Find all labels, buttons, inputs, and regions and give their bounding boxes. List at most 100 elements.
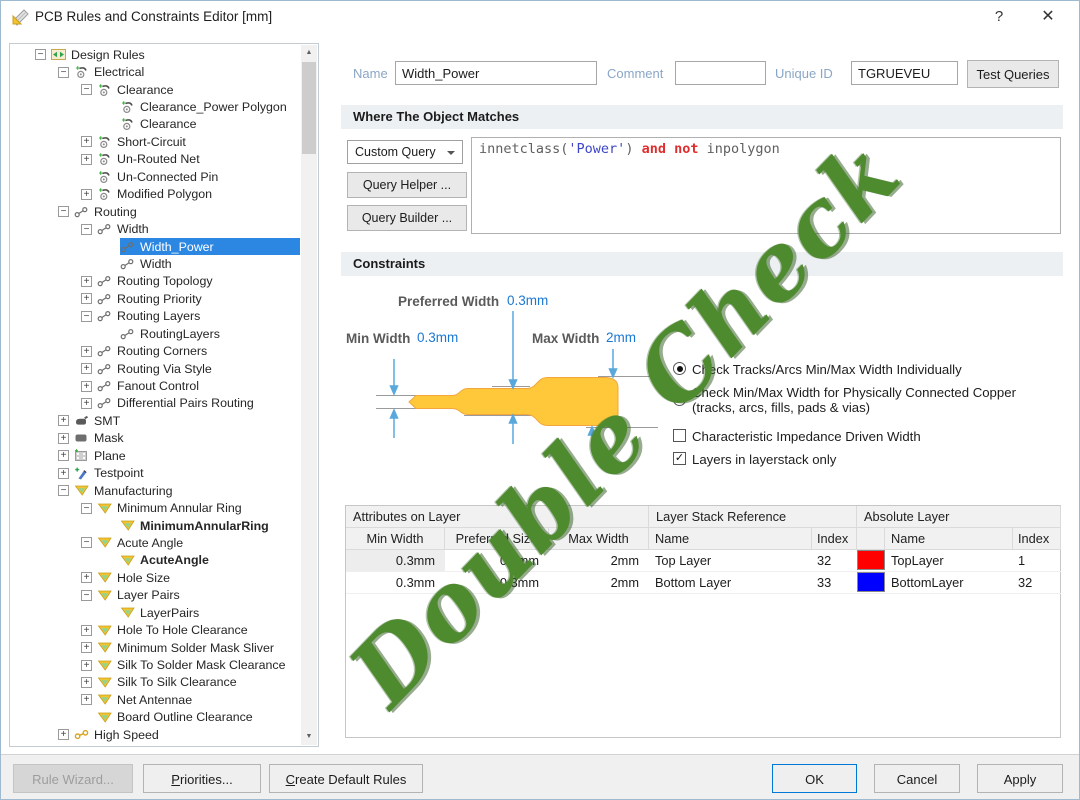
cell-layer-color[interactable]	[857, 572, 885, 594]
tree-item-routing-corners[interactable]: +Routing Corners	[11, 342, 300, 359]
scroll-up-icon[interactable]: ▲	[301, 45, 317, 61]
tree-item-body[interactable]: Width_Power	[120, 238, 300, 255]
tree-item-high-speed[interactable]: + High Speed	[11, 726, 300, 743]
column-header-index[interactable]: Index	[1013, 528, 1061, 550]
tree-item-fanout-control[interactable]: +Fanout Control	[11, 377, 300, 394]
tree-item-body[interactable]: Net Antennae	[97, 691, 300, 708]
tree-item-body[interactable]: Un-Connected Pin	[97, 168, 300, 185]
tree-item-routing-priority[interactable]: +Routing Priority	[11, 290, 300, 307]
tree-item-differential-pairs-routing[interactable]: +Differential Pairs Routing	[11, 395, 300, 412]
tree-item-minimum-solder-mask-sliver[interactable]: +Minimum Solder Mask Sliver	[11, 639, 300, 656]
column-header-preferred-size[interactable]: Preferred Size	[445, 528, 549, 550]
plus-expander-icon[interactable]: +	[81, 694, 92, 705]
tree-item-acuteangle[interactable]: AcuteAngle	[11, 552, 300, 569]
cell-preferred-size[interactable]: 0.3mm	[445, 550, 549, 572]
tree-item-short-circuit[interactable]: + Short-Circuit	[11, 133, 300, 150]
ok-button[interactable]: OK	[772, 764, 857, 793]
tree-item-minimumannularring[interactable]: MinimumAnnularRing	[11, 517, 300, 534]
tree-item-body[interactable]: Plane	[74, 447, 300, 464]
apply-button[interactable]: Apply	[977, 764, 1063, 793]
tree-item-body[interactable]: Design Rules	[51, 46, 300, 63]
plus-expander-icon[interactable]: +	[81, 398, 92, 409]
tree-item-body[interactable]: Manufacturing	[74, 482, 300, 499]
tree-item-silk-to-solder-mask-clearance[interactable]: +Silk To Solder Mask Clearance	[11, 656, 300, 673]
tree-item-acute-angle[interactable]: −Acute Angle	[11, 534, 300, 551]
tree-item-body[interactable]: Silk To Solder Mask Clearance	[97, 656, 300, 673]
tree-item-body[interactable]: RoutingLayers	[120, 325, 300, 342]
plus-expander-icon[interactable]: +	[81, 625, 92, 636]
tree-item-un-connected-pin[interactable]: Un-Connected Pin	[11, 168, 300, 185]
tree-item-width[interactable]: Width	[11, 255, 300, 272]
checkbox-layers-in-layerstack[interactable]: ✓	[673, 452, 686, 465]
tree-item-body[interactable]: Clearance	[120, 116, 300, 133]
cell-preferred-size[interactable]: 0.3mm	[445, 572, 549, 594]
tree-item-body[interactable]: Width	[97, 220, 300, 237]
plus-expander-icon[interactable]: +	[58, 450, 69, 461]
comment-input[interactable]	[675, 61, 766, 85]
cell-ref-name[interactable]: Bottom Layer	[649, 572, 812, 594]
cell-max-width[interactable]: 2mm	[549, 572, 649, 594]
tree-item-body[interactable]: Acute Angle	[97, 534, 300, 551]
tree-item-routing-layers[interactable]: −Routing Layers	[11, 308, 300, 325]
close-icon[interactable]: ✕	[1027, 1, 1069, 33]
tree-item-clearance[interactable]: Clearance	[11, 116, 300, 133]
plus-expander-icon[interactable]: +	[81, 136, 92, 147]
tree-item-design-rules[interactable]: −Design Rules	[11, 46, 300, 63]
minus-expander-icon[interactable]: −	[58, 206, 69, 217]
tree-item-routing[interactable]: −Routing	[11, 203, 300, 220]
tree-item-body[interactable]: Fanout Control	[97, 377, 300, 394]
min-width-value[interactable]: 0.3mm	[417, 330, 458, 345]
tree-item-body[interactable]: Short-Circuit	[97, 133, 300, 150]
tree-item-body[interactable]: Testpoint	[74, 465, 300, 482]
tree-item-layer-pairs[interactable]: −Layer Pairs	[11, 587, 300, 604]
tree-item-body[interactable]: SMT	[74, 412, 300, 429]
cell-abs-name[interactable]: BottomLayer	[885, 572, 1013, 594]
tree-item-body[interactable]: Routing Layers	[97, 308, 300, 325]
cell-abs-name[interactable]: TopLayer	[885, 550, 1013, 572]
plus-expander-icon[interactable]: +	[58, 415, 69, 426]
tree-item-body[interactable]: High Speed	[74, 726, 300, 743]
tree-item-body[interactable]: Silk To Silk Clearance	[97, 674, 300, 691]
tree-item-mask[interactable]: +Mask	[11, 430, 300, 447]
radio-check-individually[interactable]	[673, 362, 686, 375]
tree-item-body[interactable]: Clearance_Power Polygon	[120, 98, 300, 115]
tree-item-body[interactable]: MinimumAnnularRing	[120, 517, 300, 534]
tree-item-body[interactable]: Mask	[74, 430, 300, 447]
tree-item-body[interactable]: Hole To Hole Clearance	[97, 621, 300, 638]
tree-item-clearance-power-polygon[interactable]: Clearance_Power Polygon	[11, 98, 300, 115]
cell-min-width[interactable]: 0.3mm	[346, 572, 445, 594]
tree-item-body[interactable]: Clearance	[97, 81, 300, 98]
plus-expander-icon[interactable]: +	[81, 276, 92, 287]
tree-item-body[interactable]: Routing	[74, 203, 300, 220]
minus-expander-icon[interactable]: −	[81, 224, 92, 235]
minus-expander-icon[interactable]: −	[81, 590, 92, 601]
tree-item-body[interactable]: Routing Priority	[97, 290, 300, 307]
tree-item-body[interactable]: Electrical	[74, 63, 300, 80]
column-header-min-width[interactable]: Min Width	[346, 528, 445, 550]
tree-item-hole-size[interactable]: +Hole Size	[11, 569, 300, 586]
cell-ref-index[interactable]: 33	[812, 572, 857, 594]
unique-id-input[interactable]	[851, 61, 958, 85]
tree-item-body[interactable]: Un-Routed Net	[97, 151, 300, 168]
minus-expander-icon[interactable]: −	[58, 67, 69, 78]
tree-item-width[interactable]: −Width	[11, 220, 300, 237]
tree-item-body[interactable]: Width	[120, 255, 300, 272]
tree-item-body[interactable]: Minimum Solder Mask Sliver	[97, 639, 300, 656]
cell-max-width[interactable]: 2mm	[549, 550, 649, 572]
create-default-rules-button[interactable]: Create Default Rules	[269, 764, 423, 793]
checkbox-characteristic-impedance[interactable]	[673, 429, 686, 442]
tree-item-layerpairs[interactable]: LayerPairs	[11, 604, 300, 621]
tree-item-body[interactable]: LayerPairs	[120, 604, 300, 621]
column-header-max-width[interactable]: Max Width	[549, 528, 649, 550]
query-helper-button[interactable]: Query Helper ...	[347, 172, 467, 198]
tree-item-clearance[interactable]: −Clearance	[11, 81, 300, 98]
tree-item-testpoint[interactable]: +Testpoint	[11, 465, 300, 482]
scope-select[interactable]: Custom Query	[347, 140, 463, 164]
plus-expander-icon[interactable]: +	[81, 346, 92, 357]
tree-item-routing-topology[interactable]: +Routing Topology	[11, 273, 300, 290]
tree-scrollbar[interactable]: ▲ ▼	[301, 45, 317, 745]
cell-ref-index[interactable]: 32	[812, 550, 857, 572]
tree-item-smt[interactable]: + SMT	[11, 412, 300, 429]
plus-expander-icon[interactable]: +	[58, 729, 69, 740]
scrollbar-thumb[interactable]	[302, 62, 316, 154]
